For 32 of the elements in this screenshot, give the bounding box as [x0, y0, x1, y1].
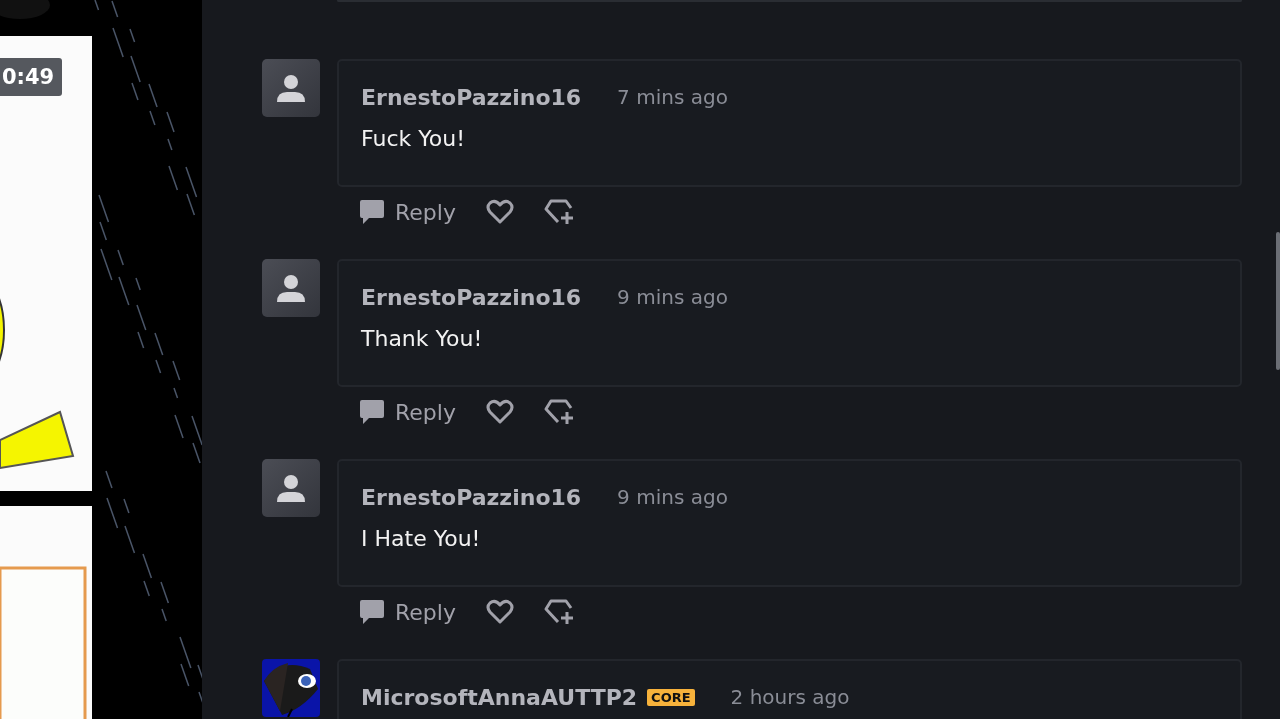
- reply-button[interactable]: Reply: [359, 599, 456, 625]
- user-icon: [275, 472, 307, 504]
- avatar[interactable]: [262, 459, 320, 517]
- timestamp: 9 mins ago: [617, 485, 728, 509]
- heart-icon[interactable]: [485, 599, 514, 625]
- scrollbar-thumb[interactable]: [1276, 232, 1280, 370]
- heart-icon[interactable]: [485, 199, 514, 225]
- timestamp: 7 mins ago: [617, 85, 728, 109]
- username-link[interactable]: ErnestoPazzino16: [361, 84, 582, 110]
- comment-text: Thank You!: [361, 326, 484, 351]
- heart-icon[interactable]: [485, 399, 514, 425]
- user-icon: [275, 72, 307, 104]
- user-icon: [275, 272, 307, 304]
- comment-text: Fuck You!: [361, 126, 466, 151]
- speech-bubble-icon: [359, 399, 385, 425]
- duration-badge: 0:49: [0, 58, 63, 96]
- avatar[interactable]: [262, 59, 320, 117]
- gem-plus-icon[interactable]: [543, 598, 574, 626]
- timestamp: 2 hours ago: [730, 685, 850, 709]
- username-link[interactable]: ErnestoPazzino16: [361, 284, 582, 310]
- speech-bubble-icon: [359, 599, 385, 625]
- avatar[interactable]: [262, 259, 320, 317]
- username-link[interactable]: MicrosoftAnnaAUTTP2: [361, 684, 638, 710]
- comment-text: I Hate You!: [361, 526, 482, 551]
- speech-bubble-icon: [359, 199, 385, 225]
- reply-button[interactable]: Reply: [359, 399, 456, 425]
- core-badge: CORE: [647, 688, 695, 706]
- username-link[interactable]: ErnestoPazzino16: [361, 484, 582, 510]
- gem-plus-icon[interactable]: [543, 198, 574, 226]
- timestamp: 9 mins ago: [617, 285, 728, 309]
- reply-button[interactable]: Reply: [359, 199, 456, 225]
- gem-plus-icon[interactable]: [543, 398, 574, 426]
